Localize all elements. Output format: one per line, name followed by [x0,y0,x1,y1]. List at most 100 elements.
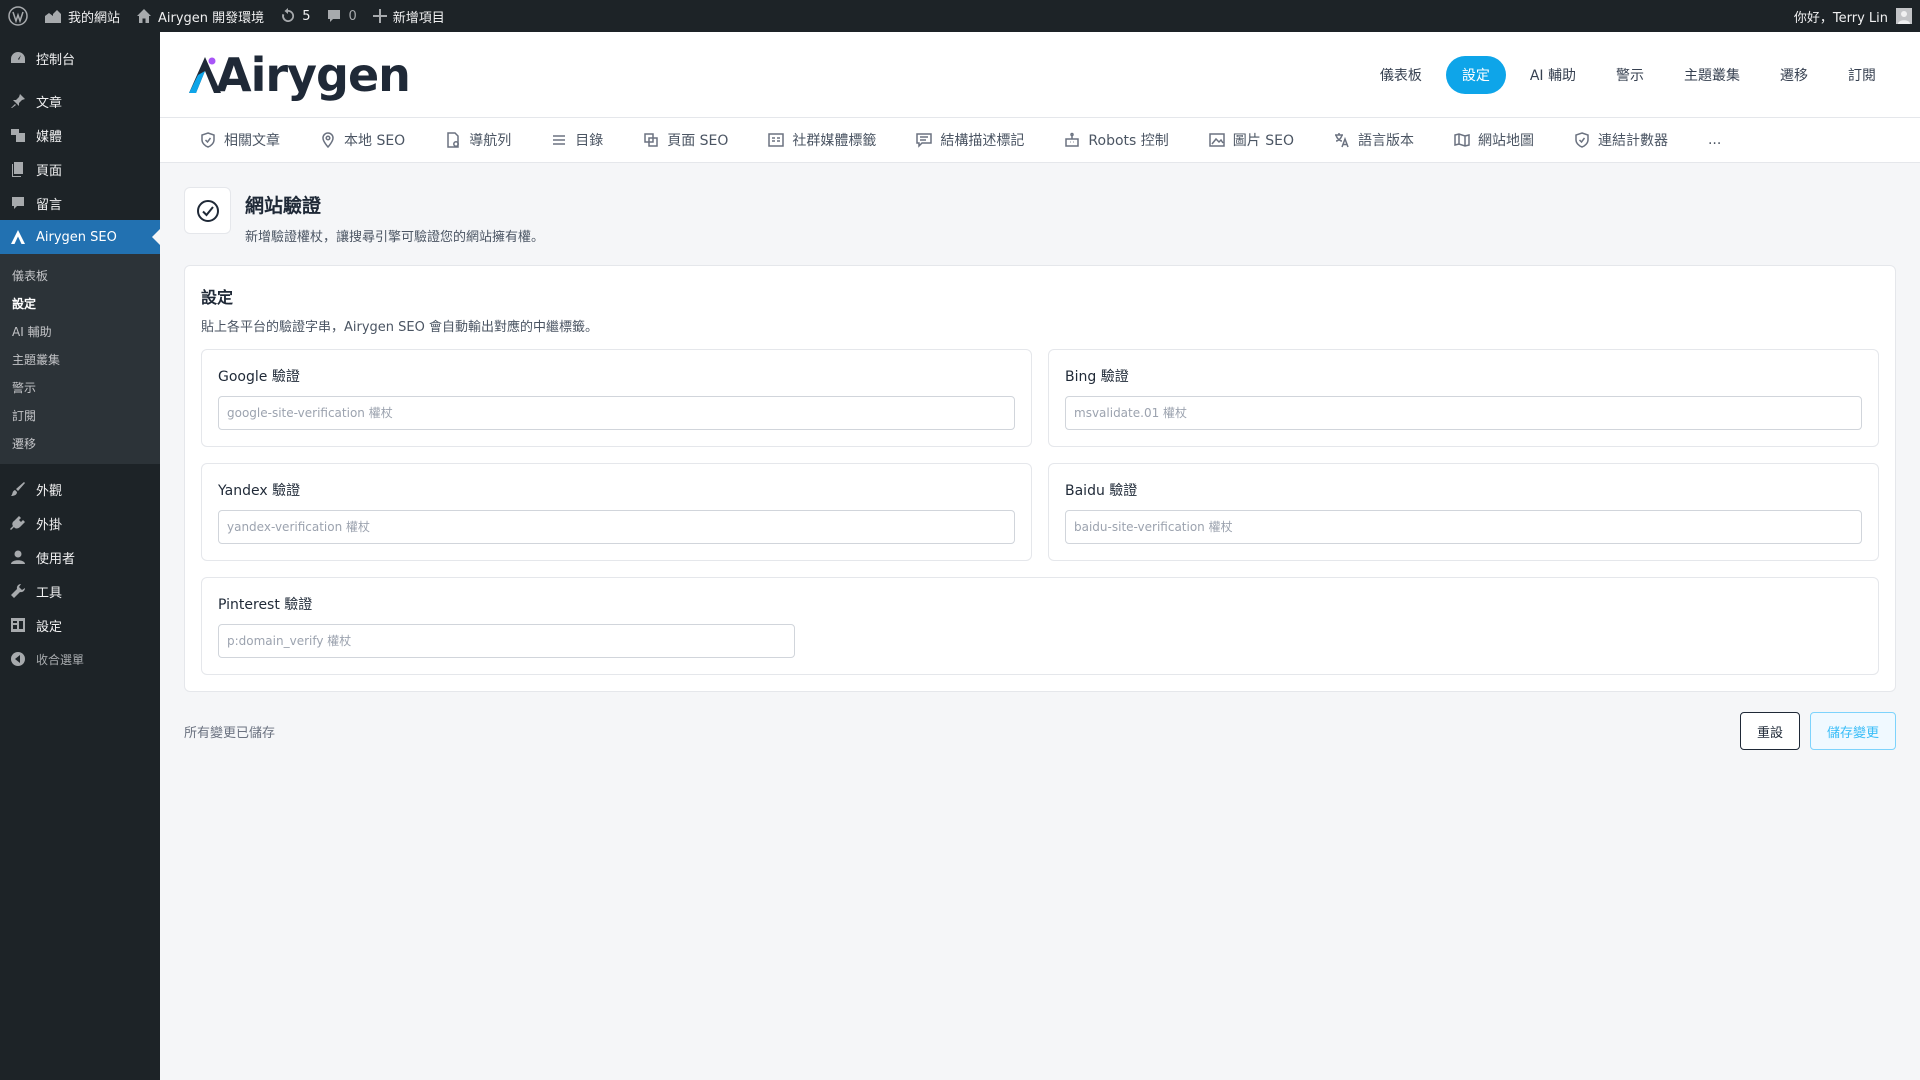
wordpress-icon [8,6,28,26]
tab-label: 社群媒體標籤 [792,133,877,149]
verification-settings-card: 設定 貼上各平台的驗證字串，Airygen SEO 會自動輸出對應的中繼標籤。 … [184,265,1896,692]
google-verification-group: Google 驗證 [201,349,1032,447]
sidebar-item-airygen-seo[interactable]: Airygen SEO [0,220,160,254]
tab-label: 導航列 [469,133,512,149]
tab-more[interactable]: ... [1708,132,1721,148]
wordpress-logo-button[interactable] [0,0,36,32]
collapse-menu-button[interactable]: 收合選單 [0,642,160,676]
sidebar-item-dashboard[interactable]: 控制台 [0,41,160,75]
bing-verification-input[interactable] [1065,396,1862,430]
save-status-text: 所有變更已儲存 [184,725,276,741]
sidebar-item-comments[interactable]: 留言 [0,186,160,220]
sidebar-item-appearance[interactable]: 外觀 [0,472,160,506]
tab-label: 網站地圖 [1477,133,1534,149]
tab-label: 連結計數器 [1597,133,1668,149]
new-content-button[interactable]: 新增項目 [365,0,453,32]
submenu-item-subscription[interactable]: 訂閱 [0,401,160,429]
yandex-verification-label: Yandex 驗證 [218,483,301,499]
tab-table-of-contents[interactable]: 目錄 [551,130,603,150]
nav-ai-assist[interactable]: AI 輔助 [1514,56,1592,94]
shield-check-icon [1575,132,1589,148]
main-area: Airygen 儀表板 設定 AI 輔助 警示 主題叢集 遷移 訂閱 相關文章 … [160,32,1920,1080]
my-sites-label: 我的網站 [68,10,121,26]
tab-sitemap[interactable]: 網站地圖 [1454,130,1534,150]
plugin-top-nav: 儀表板 設定 AI 輔助 警示 主題叢集 遷移 訂閱 [1364,55,1892,94]
nav-settings[interactable]: 設定 [1445,55,1506,94]
pin-icon [11,94,25,108]
pinterest-verification-group: Pinterest 驗證 [201,577,1879,675]
page-title: 網站驗證 [245,195,322,217]
submenu-item-settings[interactable]: 設定 [0,289,160,317]
tab-label: 結構描述標記 [940,133,1025,149]
wrench-icon [11,583,26,598]
sidebar-label-comments: 留言 [36,197,63,213]
baidu-verification-input[interactable] [1065,510,1862,544]
sidebar-label-plugins: 外掛 [36,517,63,533]
google-verification-label: Google 驗證 [218,369,300,385]
save-changes-button[interactable]: 儲存變更 [1809,712,1896,750]
shield-icon [201,132,215,148]
page-header-icon [184,187,231,234]
baidu-verification-group: Baidu 驗證 [1048,463,1879,561]
submenu-item-alerts[interactable]: 警示 [0,373,160,401]
avatar [1896,8,1912,24]
collapse-menu-label: 收合選單 [36,652,85,667]
my-account-menu[interactable]: 你好，Terry Lin [1794,7,1920,26]
sidebar-label-airygen-seo: Airygen SEO [36,229,117,245]
bing-verification-group: Bing 驗證 [1048,349,1879,447]
comments-count: 0 [348,8,357,24]
comments-button[interactable]: 0 [318,0,364,32]
tab-breadcrumbs[interactable]: 導航列 [445,130,511,150]
submenu-item-dashboard[interactable]: 儀表板 [0,261,160,289]
card-description: 貼上各平台的驗證字串，Airygen SEO 會自動輸出對應的中繼標籤。 [201,320,598,335]
nav-topic-clusters[interactable]: 主題叢集 [1668,56,1756,94]
bing-verification-label: Bing 驗證 [1065,369,1129,385]
tab-link-counter[interactable]: 連結計數器 [1574,130,1668,150]
tab-related-posts[interactable]: 相關文章 [200,130,280,150]
sidebar-item-users[interactable]: 使用者 [0,540,160,574]
tab-page-seo[interactable]: 頁面 SEO [643,130,728,150]
plugin-header: Airygen 儀表板 設定 AI 輔助 警示 主題叢集 遷移 訂閱 [160,32,1920,117]
google-verification-input[interactable] [218,396,1015,430]
tab-label: ... [1707,132,1722,148]
sidebar-item-tools[interactable]: 工具 [0,574,160,608]
tab-image-seo[interactable]: 圖片 SEO [1209,130,1294,150]
nav-subscription[interactable]: 訂閱 [1832,56,1892,94]
tab-languages[interactable]: 語言版本 [1334,130,1414,150]
site-name-menu[interactable]: Airygen 開發環境 [128,0,272,32]
submenu-item-ai[interactable]: AI 輔助 [0,317,160,345]
tab-robots[interactable]: Robots 控制 [1064,130,1169,150]
user-icon [11,550,25,564]
greeting-text: 你好，Terry Lin [1793,10,1888,26]
settings-content: 網站驗證 新增驗證權杖，讓搜尋引擎可驗證您的網站擁有權。 設定 貼上各平台的驗證… [160,163,1920,750]
user-avatar-icon [1898,11,1910,24]
my-sites-menu[interactable]: 我的網站 [36,0,128,32]
page-subtitle: 新增驗證權杖，讓搜尋引擎可驗證您的網站擁有權。 [245,230,545,245]
sidebar-item-pages[interactable]: 頁面 [0,152,160,186]
pinterest-verification-input[interactable] [218,624,795,658]
nav-dashboard[interactable]: 儀表板 [1364,56,1438,94]
tab-social-tags[interactable]: 社群媒體標籤 [768,130,876,150]
map-pin-icon [322,132,334,148]
pinterest-verification-label: Pinterest 驗證 [218,597,313,613]
tab-label: 本地 SEO [344,133,406,149]
updates-button[interactable]: 5 [272,0,318,32]
sidebar-item-settings[interactable]: 設定 [0,608,160,642]
tab-local-seo[interactable]: 本地 SEO [320,130,405,150]
nav-alerts[interactable]: 警示 [1600,56,1660,94]
yandex-verification-group: Yandex 驗證 [201,463,1032,561]
reset-button[interactable]: 重設 [1739,712,1800,750]
tab-schema[interactable]: 結構描述標記 [916,130,1024,150]
nav-migration[interactable]: 遷移 [1764,56,1824,94]
site-name-label: Airygen 開發環境 [158,10,265,26]
tab-label: 頁面 SEO [667,133,729,149]
sidebar-item-plugins[interactable]: 外掛 [0,506,160,540]
submenu-item-topic-clusters[interactable]: 主題叢集 [0,345,160,373]
sidebar-item-media[interactable]: 媒體 [0,118,160,152]
sidebar-label-tools: 工具 [36,585,63,601]
submenu-item-migration[interactable]: 遷移 [0,429,160,457]
yandex-verification-input[interactable] [218,510,1015,544]
footer-actions: 重設 儲存變更 [1739,712,1896,750]
airygen-logo[interactable]: Airygen [188,48,411,102]
sidebar-item-posts[interactable]: 文章 [0,84,160,118]
